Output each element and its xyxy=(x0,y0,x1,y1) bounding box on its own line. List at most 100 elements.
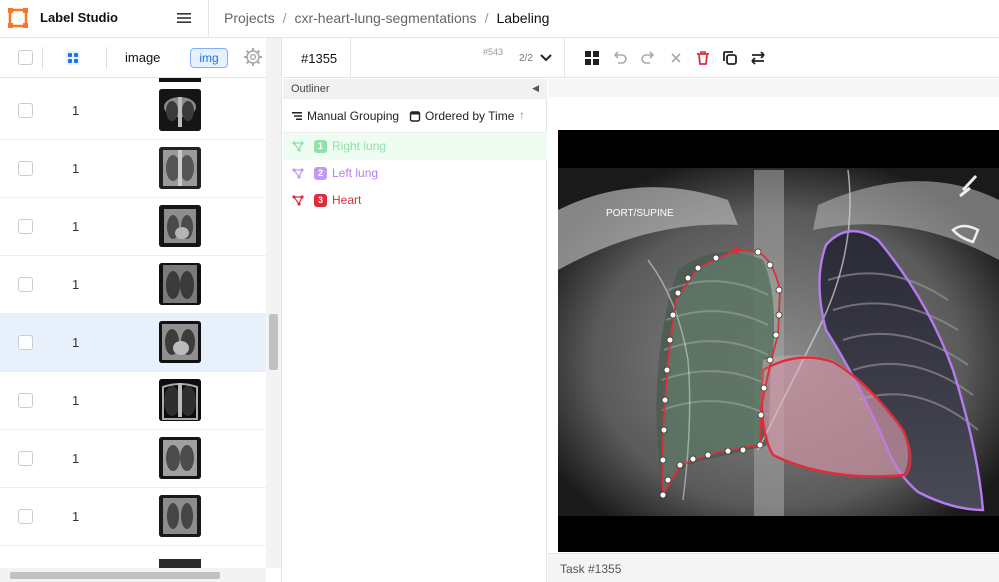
row-checkbox[interactable] xyxy=(18,161,33,176)
horizontal-scrollbar[interactable] xyxy=(0,568,266,582)
table-row[interactable]: 1 xyxy=(0,198,266,256)
xray-thumbnail xyxy=(159,263,201,305)
table-header: image img xyxy=(0,38,266,78)
xray-thumbnail xyxy=(159,89,201,131)
xray-image[interactable]: PORT/SUPINE xyxy=(558,130,999,552)
outliner-header: Outliner ◀ xyxy=(283,79,547,99)
grid-icon[interactable] xyxy=(583,49,601,67)
region-label: Left lung xyxy=(332,166,379,180)
table-row[interactable]: 1 xyxy=(0,430,266,488)
outliner-panel: Outliner ◀ Manual Grouping Ordered by Ti… xyxy=(283,79,547,582)
scrollbar-thumb[interactable] xyxy=(269,314,278,370)
row-checkbox[interactable] xyxy=(18,451,33,466)
row-checkbox[interactable] xyxy=(18,219,33,234)
reset-icon[interactable] xyxy=(667,49,685,67)
column-settings-icon[interactable] xyxy=(66,51,80,65)
breadcrumb-projects[interactable]: Projects xyxy=(224,10,275,26)
polygon-icon xyxy=(292,168,304,179)
sort-direction-icon[interactable]: ↑ xyxy=(519,108,525,122)
outliner-title: Outliner xyxy=(291,83,330,95)
undo-icon[interactable] xyxy=(611,49,629,67)
region-index: 3 xyxy=(314,194,327,207)
polygon-icon xyxy=(292,141,304,152)
region-item-right-lung[interactable]: 1 Right lung xyxy=(283,133,547,160)
grouping-label: Manual Grouping xyxy=(307,109,400,123)
xray-thumbnail xyxy=(159,437,201,479)
list-icon xyxy=(292,112,302,120)
row-value: 1 xyxy=(72,219,80,234)
outliner-controls: Manual Grouping Ordered by Time ↑ xyxy=(283,99,547,133)
annotation-id: #543 xyxy=(483,47,504,57)
redo-icon[interactable] xyxy=(639,49,657,67)
grouping-dropdown[interactable]: Manual Grouping xyxy=(291,109,399,123)
row-checkbox[interactable] xyxy=(18,393,33,408)
collapse-icon[interactable]: ◀ xyxy=(532,83,539,94)
task-id: #1355 xyxy=(301,51,338,66)
region-item-left-lung[interactable]: 2 Left lung xyxy=(283,160,547,187)
task-footer: Task #1355 xyxy=(548,553,999,582)
calendar-icon xyxy=(409,111,421,122)
breadcrumb-separator: / xyxy=(282,10,287,26)
breadcrumb: Projects / cxr-heart-lung-segmentations … xyxy=(224,10,549,26)
canvas-top-strip xyxy=(548,79,999,97)
row-value: 1 xyxy=(72,393,80,408)
ordering-label: Ordered by Time xyxy=(425,109,515,123)
breadcrumb-project[interactable]: cxr-heart-lung-segmentations xyxy=(294,10,476,26)
image-canvas-area: PORT/SUPINE Task #1355 xyxy=(548,79,999,582)
duplicate-icon[interactable] xyxy=(721,49,739,67)
xray-thumbnail xyxy=(159,379,201,421)
region-index: 1 xyxy=(314,140,327,153)
overlay-text: PORT/SUPINE xyxy=(606,208,674,219)
row-value: 1 xyxy=(72,451,80,466)
xray-thumbnail xyxy=(159,321,201,363)
xray-thumbnail xyxy=(159,205,201,247)
select-all-checkbox[interactable] xyxy=(18,50,33,65)
table-row[interactable]: 1 xyxy=(0,256,266,314)
annotation-toolbar: #1355 #543 2/2 xyxy=(283,38,999,78)
row-value: 1 xyxy=(72,335,80,350)
label-studio-logo-icon[interactable] xyxy=(8,8,28,28)
app-title: Label Studio xyxy=(40,10,118,25)
xray-thumbnail xyxy=(159,495,201,537)
task-footer-label: Task #1355 xyxy=(560,562,622,576)
polygon-icon xyxy=(292,195,304,206)
table-row[interactable]: 1 xyxy=(0,488,266,546)
column-type-badge: img xyxy=(190,48,228,68)
divider xyxy=(350,38,351,78)
region-label: Heart xyxy=(332,193,362,207)
xray-thumbnail xyxy=(159,147,201,189)
chevron-down-icon[interactable] xyxy=(539,50,553,64)
row-value: 1 xyxy=(72,277,80,292)
divider xyxy=(106,47,107,69)
row-value: 1 xyxy=(72,103,80,118)
task-list-panel: image img 1 1 1 1 1 1 1 1 xyxy=(0,38,282,582)
region-label: Right lung xyxy=(332,139,387,153)
divider xyxy=(208,0,209,38)
top-bar: Label Studio Projects / cxr-heart-lung-s… xyxy=(0,0,999,38)
breadcrumb-separator: / xyxy=(484,10,489,26)
annotation-count: 2/2 xyxy=(519,53,533,64)
table-row[interactable]: 1 xyxy=(0,140,266,198)
row-checkbox[interactable] xyxy=(18,277,33,292)
breadcrumb-labeling: Labeling xyxy=(496,10,550,26)
table-row[interactable]: 1 xyxy=(0,372,266,430)
table-row[interactable]: 1 xyxy=(0,82,266,140)
vertical-scrollbar[interactable] xyxy=(266,38,281,568)
scrollbar-thumb[interactable] xyxy=(10,572,220,579)
row-checkbox[interactable] xyxy=(18,103,33,118)
row-value: 1 xyxy=(72,509,80,524)
column-header-image[interactable]: image xyxy=(125,50,160,65)
row-value: 1 xyxy=(72,161,80,176)
ordering-dropdown[interactable]: Ordered by Time xyxy=(409,109,514,123)
hamburger-menu-icon[interactable] xyxy=(176,10,192,26)
delete-icon[interactable] xyxy=(694,49,712,67)
gear-icon[interactable] xyxy=(243,47,263,67)
divider xyxy=(564,38,565,78)
divider xyxy=(42,47,43,69)
region-item-heart[interactable]: 3 Heart xyxy=(283,187,547,214)
swap-icon[interactable] xyxy=(749,49,767,67)
table-row[interactable]: 1 xyxy=(0,314,266,372)
region-index: 2 xyxy=(314,167,327,180)
row-checkbox[interactable] xyxy=(18,335,33,350)
row-checkbox[interactable] xyxy=(18,509,33,524)
